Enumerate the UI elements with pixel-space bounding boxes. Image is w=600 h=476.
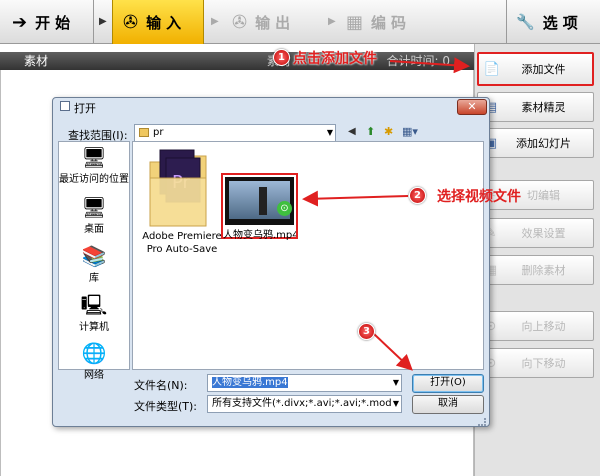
annotation-arrow-3 (373, 333, 413, 371)
annotation-text-1: 点击添加文件 (293, 51, 377, 67)
annotation-arrow-1 (389, 57, 470, 74)
annotation-number-1: 1 (273, 49, 290, 66)
annotation-number-3: 3 (358, 323, 375, 340)
annotation-arrows (302, 57, 470, 371)
annotation-arrow-2 (302, 190, 409, 207)
annotation-text-2: 选择视频文件 (437, 189, 521, 205)
annotation-number-2: 2 (409, 187, 426, 204)
